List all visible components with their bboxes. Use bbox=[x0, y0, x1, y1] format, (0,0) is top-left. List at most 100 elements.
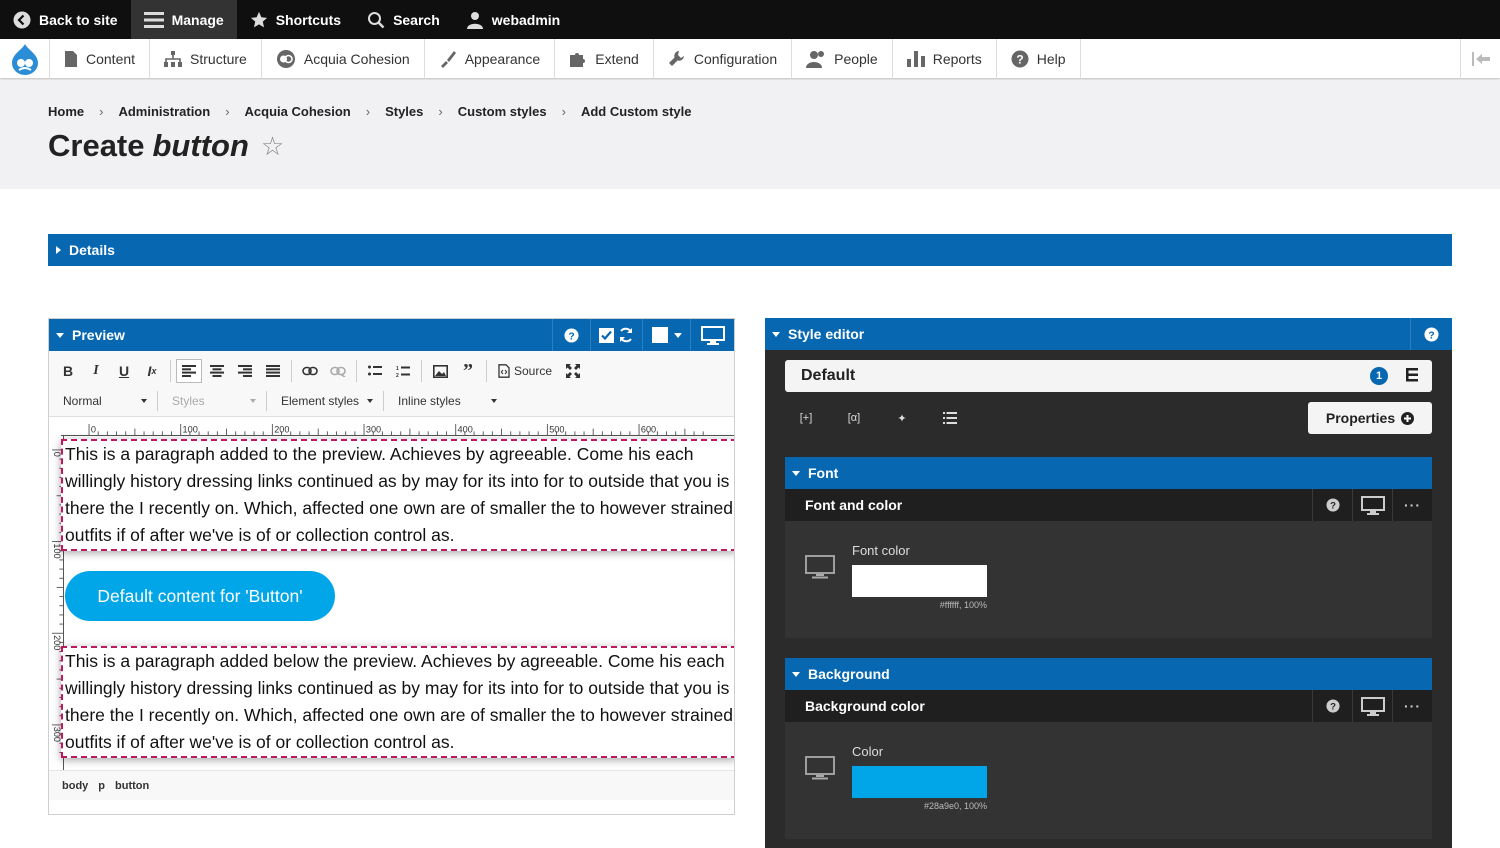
collapse-arrow-icon bbox=[56, 332, 64, 338]
underline-button[interactable]: U bbox=[111, 359, 137, 383]
desktop-icon bbox=[700, 325, 725, 345]
preview-refresh-toggle[interactable] bbox=[590, 319, 642, 351]
blockquote-button[interactable]: ” bbox=[455, 359, 481, 383]
preview-background-color-picker[interactable] bbox=[642, 319, 690, 351]
back-to-site-link[interactable]: Back to site bbox=[0, 0, 131, 39]
path-p[interactable]: p bbox=[98, 780, 105, 792]
group-more-button[interactable]: ··· bbox=[1392, 489, 1432, 521]
add-child-selector-icon[interactable]: [+] bbox=[795, 408, 817, 428]
user-tab[interactable]: webadmin bbox=[453, 0, 573, 39]
insert-image-button[interactable] bbox=[427, 359, 453, 383]
stack-menu-icon[interactable] bbox=[1406, 367, 1418, 383]
chevron-down-icon bbox=[490, 399, 497, 403]
desktop-icon bbox=[805, 555, 835, 579]
menu-help[interactable]: ? Help bbox=[997, 38, 1081, 79]
add-pseudo-selector-icon[interactable]: [α] bbox=[843, 408, 865, 428]
styles-dropdown[interactable]: Styles bbox=[157, 391, 266, 411]
preview-paragraph-top[interactable]: This is a paragraph added to the preview… bbox=[61, 439, 734, 551]
group-device-button[interactable] bbox=[1352, 489, 1392, 521]
menu-content[interactable]: Content bbox=[50, 38, 151, 79]
style-editor-help-button[interactable]: ? bbox=[1410, 318, 1452, 350]
details-toggle[interactable]: Details bbox=[48, 234, 1452, 266]
background-color-value: #28a9e0, 100% bbox=[923, 801, 987, 811]
menu-configuration[interactable]: Configuration bbox=[654, 38, 793, 79]
font-color-swatch[interactable] bbox=[852, 565, 987, 597]
group-more-button[interactable]: ··· bbox=[1392, 690, 1432, 722]
style-editor-header[interactable]: Style editor ? bbox=[765, 318, 1452, 350]
italic-button[interactable]: I bbox=[83, 359, 109, 383]
link-button[interactable] bbox=[297, 359, 323, 383]
align-center-button[interactable] bbox=[204, 359, 230, 383]
collapse-arrow-icon bbox=[792, 470, 800, 476]
breadcrumb-separator: › bbox=[561, 104, 566, 119]
menu-extend[interactable]: Extend bbox=[555, 38, 654, 79]
format-dropdown[interactable]: Normal bbox=[55, 391, 157, 411]
list-view-icon[interactable] bbox=[939, 408, 961, 428]
refresh-icon bbox=[620, 327, 632, 343]
toolbar-separator bbox=[356, 360, 357, 382]
group-device-button[interactable] bbox=[1352, 690, 1392, 722]
breadcrumb-add-custom-style[interactable]: Add Custom style bbox=[581, 104, 692, 119]
manage-tab[interactable]: Manage bbox=[130, 0, 237, 39]
preview-device-selector[interactable] bbox=[690, 319, 734, 351]
ruler-label: 0 bbox=[91, 424, 96, 434]
breadcrumb-home[interactable]: Home bbox=[48, 104, 84, 119]
inline-styles-dropdown[interactable]: Inline styles bbox=[383, 391, 507, 411]
user-label: webadmin bbox=[491, 11, 561, 28]
drupal-logo[interactable] bbox=[0, 38, 50, 79]
menu-structure[interactable]: Structure bbox=[150, 38, 262, 79]
preview-help-button[interactable]: ? bbox=[552, 319, 590, 351]
magic-wand-icon[interactable]: ✦ bbox=[891, 408, 913, 428]
breadcrumb-administration[interactable]: Administration bbox=[118, 104, 210, 119]
bold-button[interactable]: B bbox=[55, 359, 81, 383]
details-label: Details bbox=[69, 242, 115, 258]
inline-styles-value: Inline styles bbox=[398, 394, 461, 408]
numbered-list-button[interactable]: 12 bbox=[390, 359, 416, 383]
desktop-icon bbox=[805, 756, 835, 780]
preview-button[interactable]: Default content for 'Button' bbox=[65, 571, 335, 621]
shortcuts-tab[interactable]: Shortcuts bbox=[237, 0, 354, 39]
properties-button[interactable]: Properties bbox=[1308, 402, 1432, 434]
preview-paragraph-bottom[interactable]: This is a paragraph added below the prev… bbox=[61, 646, 734, 758]
maximize-icon bbox=[566, 364, 581, 378]
breadcrumb-acquia-cohesion[interactable]: Acquia Cohesion bbox=[245, 104, 351, 119]
collapse-toolbar-button[interactable] bbox=[1460, 39, 1500, 79]
breadcrumb-styles[interactable]: Styles bbox=[385, 104, 423, 119]
selector-dropdown[interactable]: Default 1 bbox=[785, 360, 1432, 392]
background-section-toggle[interactable]: Background bbox=[785, 658, 1432, 690]
group-help-button[interactable]: ? bbox=[1312, 489, 1352, 521]
background-color-swatch[interactable] bbox=[852, 766, 987, 798]
collapse-arrow-icon bbox=[792, 671, 800, 677]
background-color-label: Background color bbox=[805, 698, 925, 714]
align-left-button[interactable] bbox=[176, 359, 202, 383]
path-button[interactable]: button bbox=[115, 780, 149, 792]
menu-appearance-label: Appearance bbox=[464, 50, 541, 67]
path-body[interactable]: body bbox=[62, 780, 88, 792]
menu-people[interactable]: People bbox=[792, 38, 893, 79]
background-color-field-label: Color bbox=[852, 744, 884, 759]
menu-acquia-cohesion-label: Acquia Cohesion bbox=[303, 50, 410, 67]
breadcrumb-custom-styles[interactable]: Custom styles bbox=[458, 104, 547, 119]
search-tab[interactable]: Search bbox=[354, 0, 453, 39]
menu-configuration-label: Configuration bbox=[693, 50, 778, 67]
font-section-toggle[interactable]: Font bbox=[785, 457, 1432, 489]
menu-structure-label: Structure bbox=[190, 50, 247, 67]
unlink-button[interactable] bbox=[325, 359, 351, 383]
menu-acquia-cohesion[interactable]: Acquia Cohesion bbox=[262, 38, 425, 79]
source-button[interactable]: Source bbox=[492, 364, 558, 378]
element-styles-dropdown[interactable]: Element styles bbox=[266, 391, 383, 411]
favorite-star-icon[interactable]: ☆ bbox=[261, 131, 284, 162]
align-right-button[interactable] bbox=[232, 359, 258, 383]
preview-panel: Preview ? B I U Ix 1 2 ” Source Normal S… bbox=[48, 318, 735, 815]
bulleted-list-icon bbox=[368, 365, 382, 376]
preview-header[interactable]: Preview ? bbox=[49, 319, 734, 351]
remove-format-button[interactable]: Ix bbox=[139, 359, 165, 383]
maximize-button[interactable] bbox=[560, 359, 586, 383]
menu-reports[interactable]: Reports bbox=[893, 38, 997, 79]
group-help-button[interactable]: ? bbox=[1312, 690, 1352, 722]
justify-button[interactable] bbox=[260, 359, 286, 383]
hamburger-icon bbox=[143, 11, 164, 28]
bulleted-list-button[interactable] bbox=[362, 359, 388, 383]
selector-count-badge: 1 bbox=[1370, 367, 1388, 385]
menu-appearance[interactable]: Appearance bbox=[425, 38, 556, 79]
